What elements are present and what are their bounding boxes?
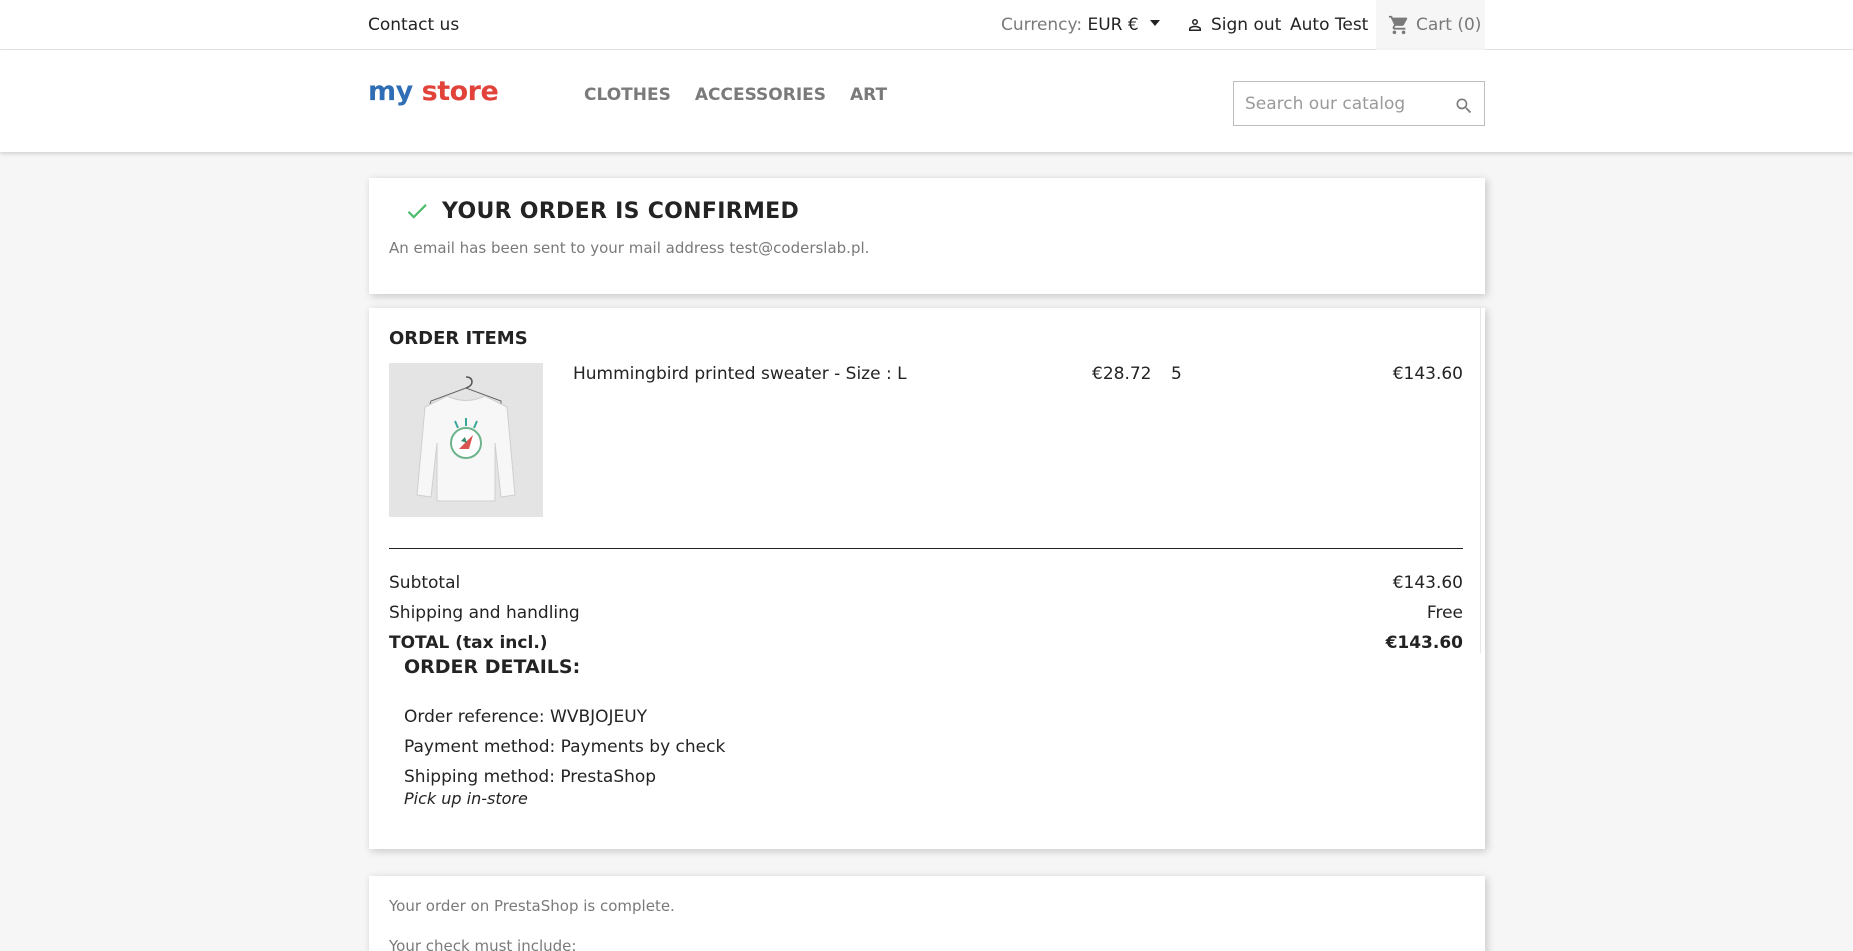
main-nav: CLOTHES ACCESSORIES ART — [584, 85, 887, 105]
confirmation-email-text: An email has been sent to your mail addr… — [389, 239, 870, 257]
product-name: Hummingbird printed sweater - Size : L — [573, 364, 907, 384]
account-link[interactable]: Auto Test — [1290, 15, 1368, 35]
shipping-label: Shipping and handling — [389, 603, 580, 623]
confirmation-title: YOUR ORDER IS CONFIRMED — [442, 198, 800, 224]
currency-selector[interactable]: Currency: EUR € — [1001, 15, 1161, 35]
nav-art[interactable]: ART — [850, 85, 887, 105]
confirmation-heading: YOUR ORDER IS CONFIRMED — [404, 198, 799, 224]
cart-label: Cart (0) — [1416, 15, 1482, 35]
search-icon[interactable] — [1454, 96, 1474, 121]
total-label: TOTAL (tax incl.) — [389, 633, 548, 653]
cart-button[interactable]: Cart (0) — [1376, 0, 1485, 50]
checkmark-icon — [407, 204, 427, 219]
top-bar: Contact us Currency: EUR € Sign out Auto… — [0, 0, 1853, 50]
total-row: TOTAL (tax incl.) €143.60 — [389, 633, 1463, 653]
payment-info-card: Your order on PrestaShop is complete. Yo… — [369, 876, 1485, 951]
contact-us-link[interactable]: Contact us — [368, 15, 459, 35]
product-quantity: 5 — [1171, 364, 1182, 384]
product-image — [389, 363, 543, 517]
currency-value: EUR € — [1087, 15, 1139, 35]
summary-divider — [389, 548, 1463, 549]
nav-clothes[interactable]: CLOTHES — [584, 85, 671, 105]
user-icon — [1189, 19, 1201, 31]
store-logo[interactable]: my store — [368, 76, 499, 107]
shipping-method-note: Pick up in-store — [404, 789, 528, 808]
total-value: €143.60 — [1385, 633, 1463, 653]
order-confirmation-card: YOUR ORDER IS CONFIRMED An email has bee… — [369, 178, 1485, 294]
subtotal-row: Subtotal €143.60 — [389, 573, 1463, 593]
subtotal-label: Subtotal — [389, 573, 461, 593]
order-complete-text: Your order on PrestaShop is complete. — [389, 897, 675, 915]
currency-label: Currency: — [1001, 15, 1083, 35]
shipping-value: Free — [1426, 603, 1463, 623]
subtotal-value: €143.60 — [1392, 573, 1463, 593]
nav-accessories[interactable]: ACCESSORIES — [695, 85, 826, 105]
sign-out-link[interactable]: Sign out — [1186, 15, 1281, 35]
site-header: my store CLOTHES ACCESSORIES ART — [0, 50, 1853, 152]
payment-method: Payment method: Payments by check — [404, 737, 726, 757]
product-line-total: €143.60 — [1392, 364, 1463, 384]
order-reference: Order reference: WVBJOJEUY — [404, 707, 648, 727]
caret-down-icon — [1150, 20, 1161, 26]
logo-text-store: store — [421, 76, 499, 107]
search-box — [1233, 81, 1485, 126]
shipping-row: Shipping and handling Free — [389, 603, 1463, 623]
order-items-title: ORDER ITEMS — [389, 328, 528, 349]
shopping-cart-icon — [1388, 15, 1408, 35]
order-items-card: ORDER ITEMS Hummingbird printed sweater … — [369, 308, 1485, 849]
product-unit-price: €28.72 — [1092, 364, 1152, 384]
search-input[interactable] — [1234, 82, 1434, 125]
check-instructions-text: Your check must include: — [389, 937, 577, 951]
shipping-method: Shipping method: PrestaShop — [404, 767, 657, 787]
column-divider — [1480, 308, 1481, 653]
order-details-title: ORDER DETAILS: — [404, 656, 581, 678]
logo-text-my: my — [368, 76, 413, 107]
sign-out-label: Sign out — [1211, 15, 1282, 35]
